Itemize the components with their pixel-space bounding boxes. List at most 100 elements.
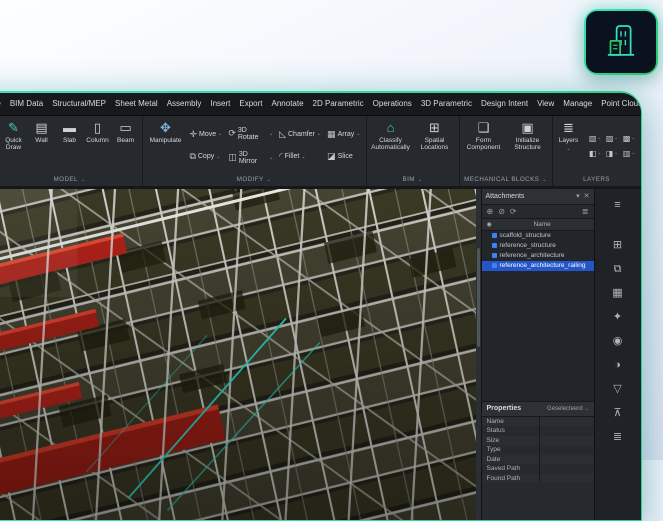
materials-icon[interactable]: ⊼ [613, 407, 621, 419]
mirror-3d-button[interactable]: ◫ 3D Mirror ⌄ [226, 150, 275, 166]
properties-filter-dropdown[interactable]: Geselecteerd ⌄ [547, 406, 588, 412]
viewport-3d[interactable] [0, 188, 481, 520]
components-icon[interactable]: ⊞ [613, 239, 622, 251]
slice-icon: ◪ [327, 151, 336, 162]
page-background: { "ui": { "caret": "⌄", "caret_small": "… [0, 0, 663, 521]
form-component-button[interactable]: ❏ Form Component [463, 118, 505, 174]
beam-button[interactable]: ▭ Beam [113, 118, 139, 174]
group-label-model[interactable]: MODEL ⌄ [1, 174, 139, 186]
sheets-icon[interactable]: ▦ [612, 287, 622, 299]
render-icon[interactable]: ◉ [613, 335, 623, 347]
classify-automatically-button[interactable]: ⌂ Classify Automatically [370, 118, 412, 174]
properties-list: Name Status Size Type Date Saved Path Fo… [481, 416, 594, 520]
attach-detach-icon[interactable]: ⊘ [498, 207, 505, 216]
tab-design-intent[interactable]: Design Intent [481, 99, 528, 108]
chevron-down-icon[interactable]: ⌄ [356, 131, 360, 137]
ribbon: ✎ Quick Draw ▤ Wall ▬ Slab ▯ Column ▭ Be… [0, 115, 641, 189]
tab-view[interactable]: View [537, 99, 554, 108]
property-value[interactable] [538, 426, 594, 436]
tab-bim-data[interactable]: BIM Data [10, 99, 43, 108]
tab-manage[interactable]: Manage [563, 99, 592, 108]
mirror-3d-icon: ◫ [228, 152, 237, 162]
property-value[interactable] [538, 435, 594, 445]
chevron-down-icon[interactable]: ⌄ [218, 131, 222, 137]
tab-insert[interactable]: Insert [210, 99, 230, 108]
tab-export[interactable]: Export [239, 99, 262, 108]
property-value[interactable] [538, 416, 594, 426]
group-label-modify[interactable]: MODIFY ⌄ [146, 174, 363, 186]
slab-button[interactable]: ▬ Slab [57, 118, 83, 174]
group-label-mechanical-blocks[interactable]: MECHANICAL BLOCKS ⌄ [463, 174, 549, 186]
panel-close-icon[interactable]: ✕ [584, 192, 590, 200]
property-value[interactable] [538, 445, 594, 455]
attachment-row[interactable]: reference_architecture [482, 251, 594, 261]
fillet-button[interactable]: ◜ Fillet ⌄ [277, 151, 323, 162]
attach-add-icon[interactable]: ⊕ [487, 207, 494, 216]
slice-button[interactable]: ◪ Slice [325, 151, 362, 162]
property-value[interactable] [538, 454, 594, 464]
chevron-down-icon[interactable]: ⌄ [216, 154, 220, 160]
copy-button[interactable]: ⧉ Copy ⌄ [187, 151, 224, 162]
move-button[interactable]: ✛ Move ⌄ [187, 129, 224, 140]
tab-operations[interactable]: Operations [373, 99, 412, 108]
wall-button[interactable]: ▤ Wall [29, 118, 55, 174]
property-row: Saved Path [482, 464, 594, 474]
chevron-down-icon[interactable]: ⌄ [269, 131, 273, 137]
chevron-down-icon[interactable]: ⌄ [301, 154, 305, 160]
bim-feature-badge[interactable] [584, 9, 658, 75]
attachment-row-selected[interactable]: reference_architecture_railing [481, 260, 594, 271]
shadow-icon[interactable]: ◑ [614, 359, 621, 371]
layer-isolate-button[interactable]: ◧ ⌄ [587, 146, 604, 161]
panel-menu-icon[interactable]: ≡ [614, 199, 620, 211]
column-button[interactable]: ▯ Column [85, 118, 111, 174]
layer-match-button[interactable]: ▥ ⌄ [621, 146, 638, 161]
viewport-scrollbar-thumb[interactable] [476, 248, 480, 348]
chevron-down-icon: ⌄ [266, 176, 272, 183]
layer-off-button[interactable]: ◨ ⌄ [604, 146, 621, 161]
layer-state-button[interactable]: ▧ ⌄ [587, 131, 604, 146]
ribbon-group-model: ✎ Quick Draw ▤ Wall ▬ Slab ▯ Column ▭ Be… [0, 115, 143, 186]
initialize-structure-button[interactable]: ▣ Initialize Structure [507, 118, 549, 174]
manipulate-button[interactable]: ✥ Manipulate [146, 118, 186, 174]
attach-list-view-icon[interactable]: ≣ [582, 207, 589, 216]
filter-icon[interactable]: ▽ [613, 383, 621, 395]
attachments-icon[interactable]: ⧉ [614, 263, 622, 275]
array-button[interactable]: ▦ Array ⌄ [325, 129, 362, 140]
property-row: Found Path [481, 473, 594, 483]
viewport-scrollbar[interactable] [475, 188, 481, 520]
tab-annotate[interactable]: Annotate [272, 99, 304, 108]
layer-state-icon: ▧ [588, 133, 597, 143]
tips-icon[interactable]: ✦ [613, 311, 622, 323]
tab-2d-parametric[interactable]: 2D Parametric [313, 99, 364, 108]
rotate-3d-button[interactable]: ⟳ 3D Rotate ⌄ [226, 126, 275, 142]
form-component-icon: ❏ [477, 119, 490, 135]
chevron-down-icon[interactable]: ⌄ [269, 155, 273, 161]
properties-title: Properties [486, 405, 522, 412]
chevron-down-icon[interactable]: ⌄ [317, 131, 321, 137]
attachments-name-header[interactable]: ◉ Name [481, 218, 594, 231]
attachment-row[interactable]: reference_structure [482, 241, 594, 251]
group-label-bim[interactable]: BIM ⌄ [370, 174, 456, 186]
tab-home[interactable]: Home [0, 99, 1, 108]
attachment-row[interactable]: scaffold_structure [482, 231, 594, 241]
layer-freeze-button[interactable]: ▨ ⌄ [604, 131, 621, 146]
panel-options-icon[interactable]: ▾ [576, 192, 580, 200]
layer-lock-button[interactable]: ▩ ⌄ [621, 131, 638, 146]
property-value[interactable] [538, 464, 594, 474]
tab-3d-parametric[interactable]: 3D Parametric [421, 99, 472, 108]
chamfer-button[interactable]: ◺ Chamfer ⌄ [277, 129, 323, 140]
tab-point-cloud[interactable]: Point Cloud [601, 99, 640, 108]
attach-refresh-icon[interactable]: ⟳ [510, 207, 517, 216]
layer-isolate-icon: ◧ [588, 148, 597, 158]
attachments-toolbar: ⊕ ⊘ ⟳ ≣ [481, 205, 594, 219]
property-value[interactable] [538, 473, 594, 483]
quick-draw-button[interactable]: ✎ Quick Draw [1, 118, 27, 174]
tab-assembly[interactable]: Assembly [167, 99, 202, 108]
tab-sheet-metal[interactable]: Sheet Metal [115, 99, 158, 108]
group-label-layers[interactable]: LAYERS [556, 174, 638, 186]
layers-button[interactable]: ≣ Layers ⌄ [556, 118, 582, 174]
cad-app-window: Home BIM Data Structural/MEP Sheet Metal… [0, 91, 642, 521]
layers-panel-icon[interactable]: ≣ [613, 431, 622, 443]
spatial-locations-button[interactable]: ⊞ Spatial Locations [414, 118, 456, 174]
tab-structural-mep[interactable]: Structural/MEP [52, 99, 106, 108]
